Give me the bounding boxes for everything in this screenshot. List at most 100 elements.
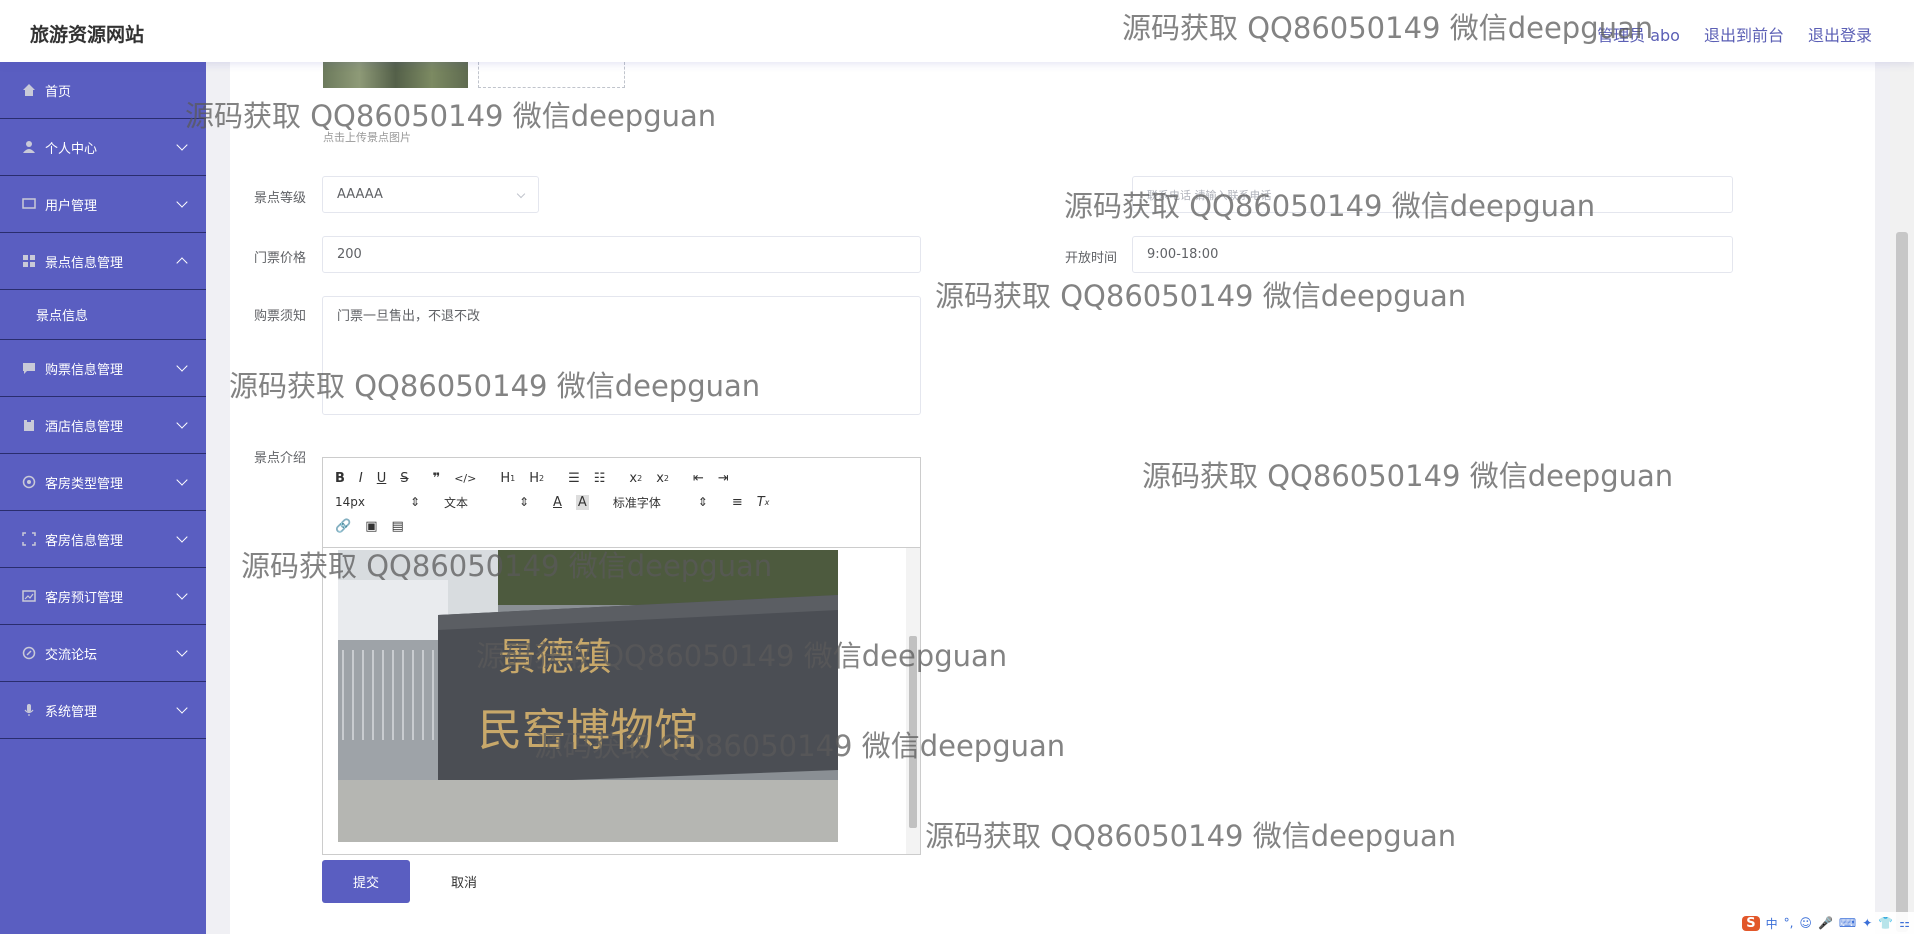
chevron-down-icon (176, 139, 188, 151)
phone-field[interactable]: 联系电话 请输入联系电话 (1132, 176, 1733, 213)
chevron-up-icon (176, 257, 188, 269)
sidebar-item-room-type-management[interactable]: 客房类型管理 (0, 454, 206, 511)
sidebar-item-label: 个人中心 (45, 141, 98, 157)
chevron-down-icon (176, 360, 188, 372)
sidebar-item-label: 客房信息管理 (45, 533, 124, 549)
open-time-input[interactable]: 9:00-18:00 (1132, 236, 1733, 273)
indent-icon[interactable]: ⇥ (718, 471, 729, 486)
subscript-icon[interactable]: x2 (629, 471, 642, 486)
page-scrollbar[interactable] (1890, 62, 1914, 934)
chevron-down-icon (516, 189, 526, 199)
underline-icon[interactable]: U (377, 471, 387, 486)
page-scroll-thumb[interactable] (1896, 232, 1908, 932)
cancel-button[interactable]: 取消 (420, 860, 508, 903)
price-label: 门票价格 (254, 251, 307, 266)
sidebar-item-label: 酒店信息管理 (45, 419, 124, 435)
superscript-icon[interactable]: x2 (656, 471, 669, 486)
strikethrough-icon[interactable]: S (400, 471, 408, 486)
quote-icon[interactable]: ❞ (433, 471, 441, 486)
sidebar-item-label: 交流论坛 (45, 647, 98, 663)
sidebar-item-personal-center[interactable]: 个人中心 (0, 119, 206, 176)
sidebar-item-room-info-management[interactable]: 客房信息管理 (0, 511, 206, 568)
clear-format-icon[interactable]: Tx (757, 495, 770, 510)
chinese-mode-icon[interactable]: 中 (1766, 915, 1778, 932)
font-family-value: 标准字体 (612, 495, 661, 510)
editor-scroll-thumb[interactable] (909, 636, 917, 828)
heading1-icon[interactable]: H1 (500, 471, 515, 486)
updown-icon: ⇕ (697, 495, 708, 509)
rich-text-editor[interactable]: B I U S ❞ </> H1 H2 ☰ ☷ x2 x2 ⇤ ⇥ 14px ⇕ … (322, 457, 921, 855)
keyboard-icon[interactable]: ⌨ (1839, 916, 1856, 930)
chevron-down-icon (176, 702, 188, 714)
video-icon[interactable]: ▤ (391, 519, 403, 534)
sidebar-item-label: 首页 (45, 84, 72, 100)
text-type-select[interactable]: 文本 ⇕ (444, 494, 529, 511)
ordered-list-icon[interactable]: ☰ (568, 471, 580, 486)
museum-gate-photo: 景德镇 民窑博物馆 (338, 550, 838, 842)
top-bar: 旅游资源网站 管理员 abo 退出到前台 退出登录 (0, 0, 1914, 62)
admin-user-label[interactable]: 管理员 abo (1597, 22, 1680, 46)
message-icon (22, 361, 36, 375)
punctuation-icon[interactable]: °, (1784, 916, 1794, 930)
sidebar-item-label: 客房预订管理 (45, 590, 124, 606)
sidebar-item-hotel-management[interactable]: 酒店信息管理 (0, 397, 206, 454)
photo-caption-top: 景德镇 (498, 635, 612, 679)
submit-button[interactable]: 提交 (322, 860, 410, 903)
sidebar-item-scenic-management[interactable]: 景点信息管理 (0, 233, 206, 290)
to-front-link[interactable]: 退出到前台 (1704, 22, 1784, 46)
sidebar-item-home[interactable]: 首页 (0, 62, 206, 119)
sidebar-item-label: 景点信息 (36, 309, 89, 324)
chevron-down-icon (176, 588, 188, 600)
sidebar-subitem-scenic-info[interactable]: 景点信息 (0, 290, 206, 340)
site-brand: 旅游资源网站 (30, 24, 145, 46)
code-icon[interactable]: </> (454, 472, 476, 485)
tools-icon[interactable]: ✦ (1862, 916, 1872, 930)
heading2-icon[interactable]: H2 (529, 471, 544, 486)
editor-content[interactable]: 景德镇 民窑博物馆 (323, 548, 920, 854)
font-color-icon[interactable]: A (553, 495, 562, 510)
emoji-icon[interactable]: ☺ (1799, 916, 1812, 930)
clipboard-icon (22, 418, 36, 432)
bold-icon[interactable]: B (335, 471, 345, 486)
font-family-select[interactable]: 标准字体 ⇕ (613, 494, 708, 511)
mic-icon (22, 703, 36, 717)
italic-icon[interactable]: I (359, 471, 363, 486)
sidebar-item-user-management[interactable]: 用户管理 (0, 176, 206, 233)
sidebar-item-ticket-management[interactable]: 购票信息管理 (0, 340, 206, 397)
photo-caption-bottom: 民窑博物馆 (478, 705, 698, 756)
chevron-down-icon (176, 531, 188, 543)
bullet-list-icon[interactable]: ☷ (594, 471, 606, 486)
font-size-select[interactable]: 14px ⇕ (335, 495, 420, 509)
price-input[interactable]: 200 (322, 236, 921, 273)
grid-icon (22, 254, 36, 268)
text-type-value: 文本 (444, 495, 469, 510)
sidebar-item-label: 系统管理 (45, 704, 98, 720)
editor-scrollbar[interactable] (906, 548, 920, 854)
image-icon[interactable]: ▣ (365, 519, 377, 534)
sidebar-item-system-management[interactable]: 系统管理 (0, 682, 206, 739)
compass-icon (22, 646, 36, 660)
sidebar-item-room-booking-management[interactable]: 客房预订管理 (0, 568, 206, 625)
microphone-icon[interactable]: 🎤 (1818, 916, 1833, 930)
background-color-icon[interactable]: A (575, 494, 589, 510)
settings-icon (22, 475, 36, 489)
sogou-logo[interactable]: S (1742, 915, 1760, 931)
upload-hint: 点击上传景点图片 (323, 131, 411, 144)
ime-toolbar[interactable]: S 中 °, ☺ 🎤 ⌨ ✦ 👕 ⚏ (1738, 912, 1914, 934)
notice-textarea[interactable]: 门票一旦售出，不退不改 (322, 296, 921, 415)
align-icon[interactable]: ≡ (732, 495, 743, 510)
image-upload-box[interactable] (478, 62, 625, 88)
skin-icon[interactable]: 👕 (1878, 916, 1893, 930)
open-time-input-value: 9:00-18:00 (1147, 247, 1219, 262)
menu-icon[interactable]: ⚏ (1899, 916, 1910, 930)
level-select[interactable]: AAAAA (322, 176, 539, 213)
logout-link[interactable]: 退出登录 (1808, 22, 1872, 46)
chevron-down-icon (176, 417, 188, 429)
font-size-value: 14px (335, 495, 365, 509)
sidebar-item-label: 客房类型管理 (45, 476, 124, 492)
sidebar-item-label: 购票信息管理 (45, 362, 124, 378)
link-icon[interactable]: 🔗 (335, 519, 351, 534)
sidebar-item-forum[interactable]: 交流论坛 (0, 625, 206, 682)
outdent-icon[interactable]: ⇤ (693, 471, 704, 486)
scenic-image-thumbnail[interactable] (323, 62, 468, 88)
